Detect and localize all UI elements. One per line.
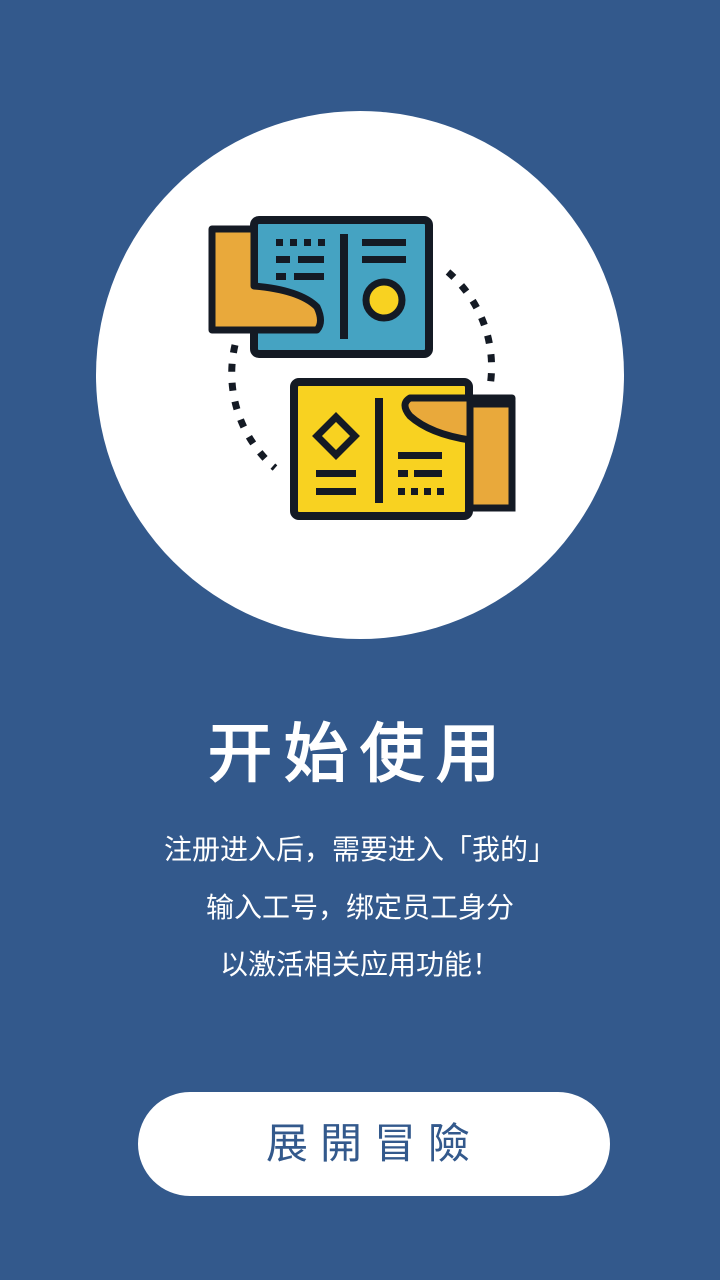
- page-title: 开始使用: [208, 718, 512, 792]
- description-line-2: 输入工号，绑定员工身分: [205, 891, 514, 924]
- card-exchange-icon: [208, 216, 516, 520]
- description-line-1: 注册进入后，需要进入「我的」: [163, 833, 556, 866]
- dotted-arc-bottom: [228, 344, 278, 471]
- dotted-arc-top: [445, 269, 496, 393]
- right-hand: [466, 400, 516, 512]
- start-adventure-button[interactable]: 展開冒險: [138, 1092, 610, 1196]
- description-line-3: 以激活相关应用功能！: [219, 948, 500, 981]
